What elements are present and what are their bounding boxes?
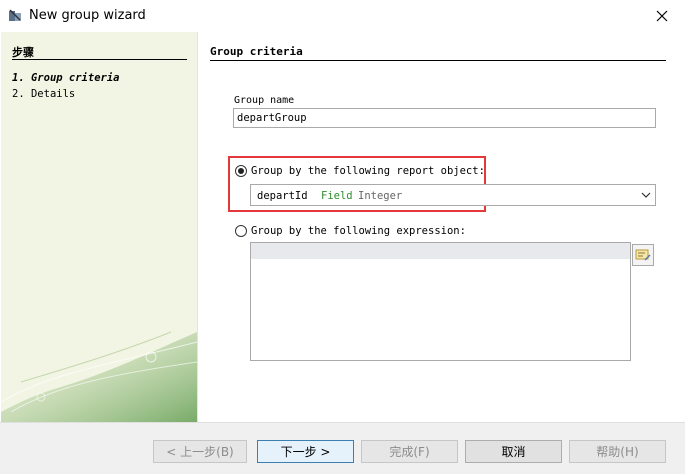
step-item-details: 2. Details	[12, 88, 75, 100]
report-object-type: Integer	[358, 190, 403, 202]
wizard-icon	[9, 9, 21, 21]
back-button[interactable]: < 上一步(B)	[153, 440, 247, 463]
expression-radio-label[interactable]: Group by the following expression:	[251, 225, 466, 237]
decorative-swirl	[1, 331, 197, 422]
report-object-name: departId	[257, 190, 308, 202]
title-bar: New group wizard	[0, 0, 685, 32]
report-object-radio-label[interactable]: Group by the following report object:	[251, 165, 485, 177]
steps-panel: 步骤 1. Group criteria 2. Details	[1, 32, 197, 422]
panel-divider	[197, 32, 198, 422]
report-object-kind: Field	[321, 190, 353, 202]
step-label: Details	[30, 88, 76, 100]
step-item-group-criteria: 1. Group criteria	[12, 72, 120, 84]
page-title: Group criteria	[210, 45, 303, 58]
group-name-input[interactable]: departGroup	[233, 108, 656, 128]
expression-textarea[interactable]	[250, 242, 631, 361]
page-title-divider	[210, 60, 666, 61]
group-name-label: Group name	[234, 95, 295, 106]
chevron-down-icon[interactable]	[637, 185, 655, 205]
expression-radio[interactable]	[235, 225, 247, 237]
cancel-button[interactable]: 取消	[465, 440, 562, 463]
close-icon	[656, 10, 668, 22]
steps-title: 步骤	[12, 46, 34, 59]
step-number: 1.	[12, 72, 25, 84]
finish-button[interactable]: 完成(F)	[361, 440, 458, 463]
next-button[interactable]: 下一步 >	[257, 440, 354, 463]
report-object-select[interactable]: departId Field Integer	[250, 184, 656, 206]
steps-divider	[12, 59, 187, 60]
step-label: Group criteria	[30, 72, 120, 84]
window-title: New group wizard	[29, 8, 146, 23]
help-button[interactable]: 帮助(H)	[569, 440, 666, 463]
expression-current-line	[251, 243, 630, 259]
expression-builder-icon	[635, 249, 651, 261]
step-number: 2.	[12, 88, 25, 100]
close-button[interactable]	[639, 0, 685, 32]
expression-builder-button[interactable]	[632, 244, 654, 266]
report-object-radio[interactable]	[235, 165, 247, 177]
